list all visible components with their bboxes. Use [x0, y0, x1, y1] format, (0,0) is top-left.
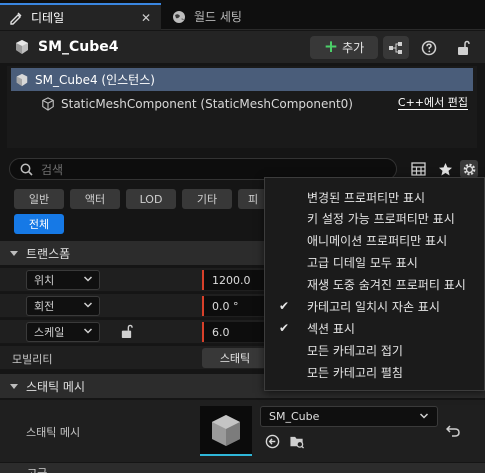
menu-item-label: 모든 카테고리 펼침: [307, 366, 403, 380]
static-mesh-icon: [41, 96, 55, 111]
rotation-x-value: 0.0 °: [212, 299, 239, 313]
section-advanced-label: 고급: [27, 465, 47, 473]
tab-bar: 디테일 ✕ 월드 세팅: [0, 0, 485, 30]
menu-item-label: 모든 카테고리 접기: [307, 344, 403, 358]
section-advanced[interactable]: 고급: [0, 463, 485, 473]
lock-button[interactable]: [450, 36, 476, 59]
tree-root-label: SM_Cube4 (인스턴스): [35, 73, 155, 87]
details-header: SM_Cube4 + 추가: [0, 31, 485, 63]
actor-title: SM_Cube4: [38, 39, 119, 55]
tree-child-label: StaticMeshComponent (StaticMeshComponent…: [61, 96, 353, 111]
menu-item-show-keyable[interactable]: 키 설정 가능 프로퍼티만 표시: [265, 208, 484, 229]
blueprint-button[interactable]: [383, 36, 409, 59]
reset-arrow-icon: [445, 425, 460, 437]
tab-details-label: 디테일: [31, 11, 65, 25]
menu-item-label: 애니메이션 프로퍼티만 표시: [307, 234, 448, 248]
menu-item-show-hidden-during-play[interactable]: 재생 도중 숨겨진 프로퍼티 표시: [265, 274, 484, 295]
scale-dropdown[interactable]: 스케일: [26, 322, 100, 342]
rotation-x-field[interactable]: 0.0 °: [202, 296, 268, 316]
chevron-down-icon: [83, 302, 93, 308]
menu-item-label: 재생 도중 숨겨진 프로퍼티 표시: [307, 278, 466, 292]
location-label: 위치: [34, 274, 55, 287]
close-icon[interactable]: ✕: [141, 11, 151, 25]
actor-icon: [14, 39, 30, 58]
scale-label: 스케일: [34, 326, 65, 339]
filter-misc[interactable]: 기타: [182, 189, 232, 209]
search-placeholder: 검색: [41, 162, 64, 177]
cube-thumbnail-icon: [212, 415, 240, 446]
menu-item-show-modified[interactable]: 변경된 프로퍼티만 표시: [265, 187, 484, 208]
static-mesh-asset-name: SM_Cube: [269, 410, 320, 423]
menu-item-collapse-all[interactable]: 모든 카테고리 접기: [265, 340, 484, 361]
scale-lock-icon[interactable]: [120, 324, 133, 342]
location-x-value: 1200.0: [212, 273, 251, 287]
menu-item-expand-all[interactable]: 모든 카테고리 펼침: [265, 362, 484, 383]
filter-all[interactable]: 전체: [14, 214, 64, 234]
section-transform-label: 트랜스폼: [26, 246, 71, 261]
menu-item-label: 변경된 프로퍼티만 표시: [307, 191, 426, 205]
edit-in-cpp-link[interactable]: C++에서 편집: [397, 97, 468, 110]
chevron-down-icon: [83, 276, 93, 282]
help-button[interactable]: [416, 36, 442, 59]
table-icon: [410, 162, 426, 176]
tree-item-static-mesh-component[interactable]: StaticMeshComponent (StaticMeshComponent…: [11, 92, 473, 115]
use-selected-asset-button[interactable]: [264, 433, 280, 449]
checkmark-icon: ✔: [279, 299, 290, 313]
static-mesh-label: 스태틱 메시: [26, 426, 81, 439]
location-dropdown[interactable]: 위치: [26, 270, 100, 290]
filter-general[interactable]: 일반: [14, 189, 64, 209]
filter-actor[interactable]: 액터: [70, 189, 120, 209]
collapse-arrow-icon: [10, 383, 18, 389]
mesh-thumbnail[interactable]: [200, 406, 252, 456]
checkmark-icon: ✔: [279, 321, 290, 335]
menu-item-label: 고급 디테일 모두 표시: [307, 256, 418, 270]
arrow-left-circle-icon: [265, 434, 279, 448]
globe-icon: [171, 9, 187, 25]
menu-item-label: 섹션 표시: [307, 322, 355, 336]
menu-item-show-all-advanced[interactable]: 고급 디테일 모두 표시: [265, 252, 484, 273]
mobility-static-button[interactable]: 스태틱: [202, 348, 268, 368]
settings-menu: 변경된 프로퍼티만 표시 키 설정 가능 프로퍼티만 표시 애니메이션 프로퍼티…: [264, 177, 485, 391]
chevron-down-icon: [419, 413, 429, 419]
blueprint-icon: [389, 41, 402, 54]
property-row-static-mesh: 스태틱 메시 SM_Cube: [0, 400, 485, 462]
add-button-label: 추가: [342, 41, 365, 55]
collapse-arrow-icon: [10, 250, 18, 256]
property-matrix-button[interactable]: [409, 160, 427, 178]
component-tree: SM_Cube4 (인스턴스) StaticMeshComponent (Sta…: [7, 66, 477, 148]
tab-world-settings-label: 월드 세팅: [194, 10, 242, 24]
menu-item-show-sections[interactable]: ✔ 섹션 표시: [265, 318, 484, 339]
settings-button[interactable]: [460, 160, 478, 178]
menu-item-label: 키 설정 가능 프로퍼티만 표시: [307, 212, 455, 226]
static-mesh-selector[interactable]: SM_Cube: [260, 406, 438, 427]
menu-item-label: 카테고리 일치시 자손 표시: [307, 300, 440, 314]
browse-asset-button[interactable]: [289, 433, 305, 449]
scale-x-field[interactable]: 6.0: [202, 322, 268, 342]
tab-world-settings[interactable]: 월드 세팅: [163, 3, 273, 30]
chevron-down-icon: [83, 328, 93, 334]
details-icon: [8, 10, 24, 26]
search-icon: [20, 163, 33, 176]
mobility-label: 모빌리티: [12, 353, 53, 366]
help-icon: [421, 40, 437, 55]
scale-x-value: 6.0: [212, 325, 230, 339]
menu-item-show-child-on-category-match[interactable]: ✔ 카테고리 일치시 자손 표시: [265, 296, 484, 317]
star-icon: [438, 162, 452, 175]
reset-to-default-button[interactable]: [445, 424, 460, 440]
tab-details[interactable]: 디테일 ✕: [0, 3, 161, 30]
browse-folder-icon: [290, 436, 305, 449]
actor-icon: [15, 73, 29, 87]
menu-item-show-animated[interactable]: 애니메이션 프로퍼티만 표시: [265, 230, 484, 251]
favorites-button[interactable]: [436, 160, 454, 178]
filter-lod[interactable]: LOD: [126, 189, 176, 209]
unlock-icon: [458, 40, 470, 55]
tree-item-root[interactable]: SM_Cube4 (인스턴스): [11, 68, 473, 91]
location-x-field[interactable]: 1200.0: [202, 270, 268, 290]
rotation-dropdown[interactable]: 회전: [26, 296, 100, 316]
rotation-label: 회전: [34, 300, 55, 313]
gear-icon: [463, 163, 475, 175]
add-component-button[interactable]: + 추가: [310, 36, 378, 59]
section-static-mesh-label: 스태틱 메시: [26, 379, 86, 394]
plus-icon: +: [323, 37, 339, 57]
